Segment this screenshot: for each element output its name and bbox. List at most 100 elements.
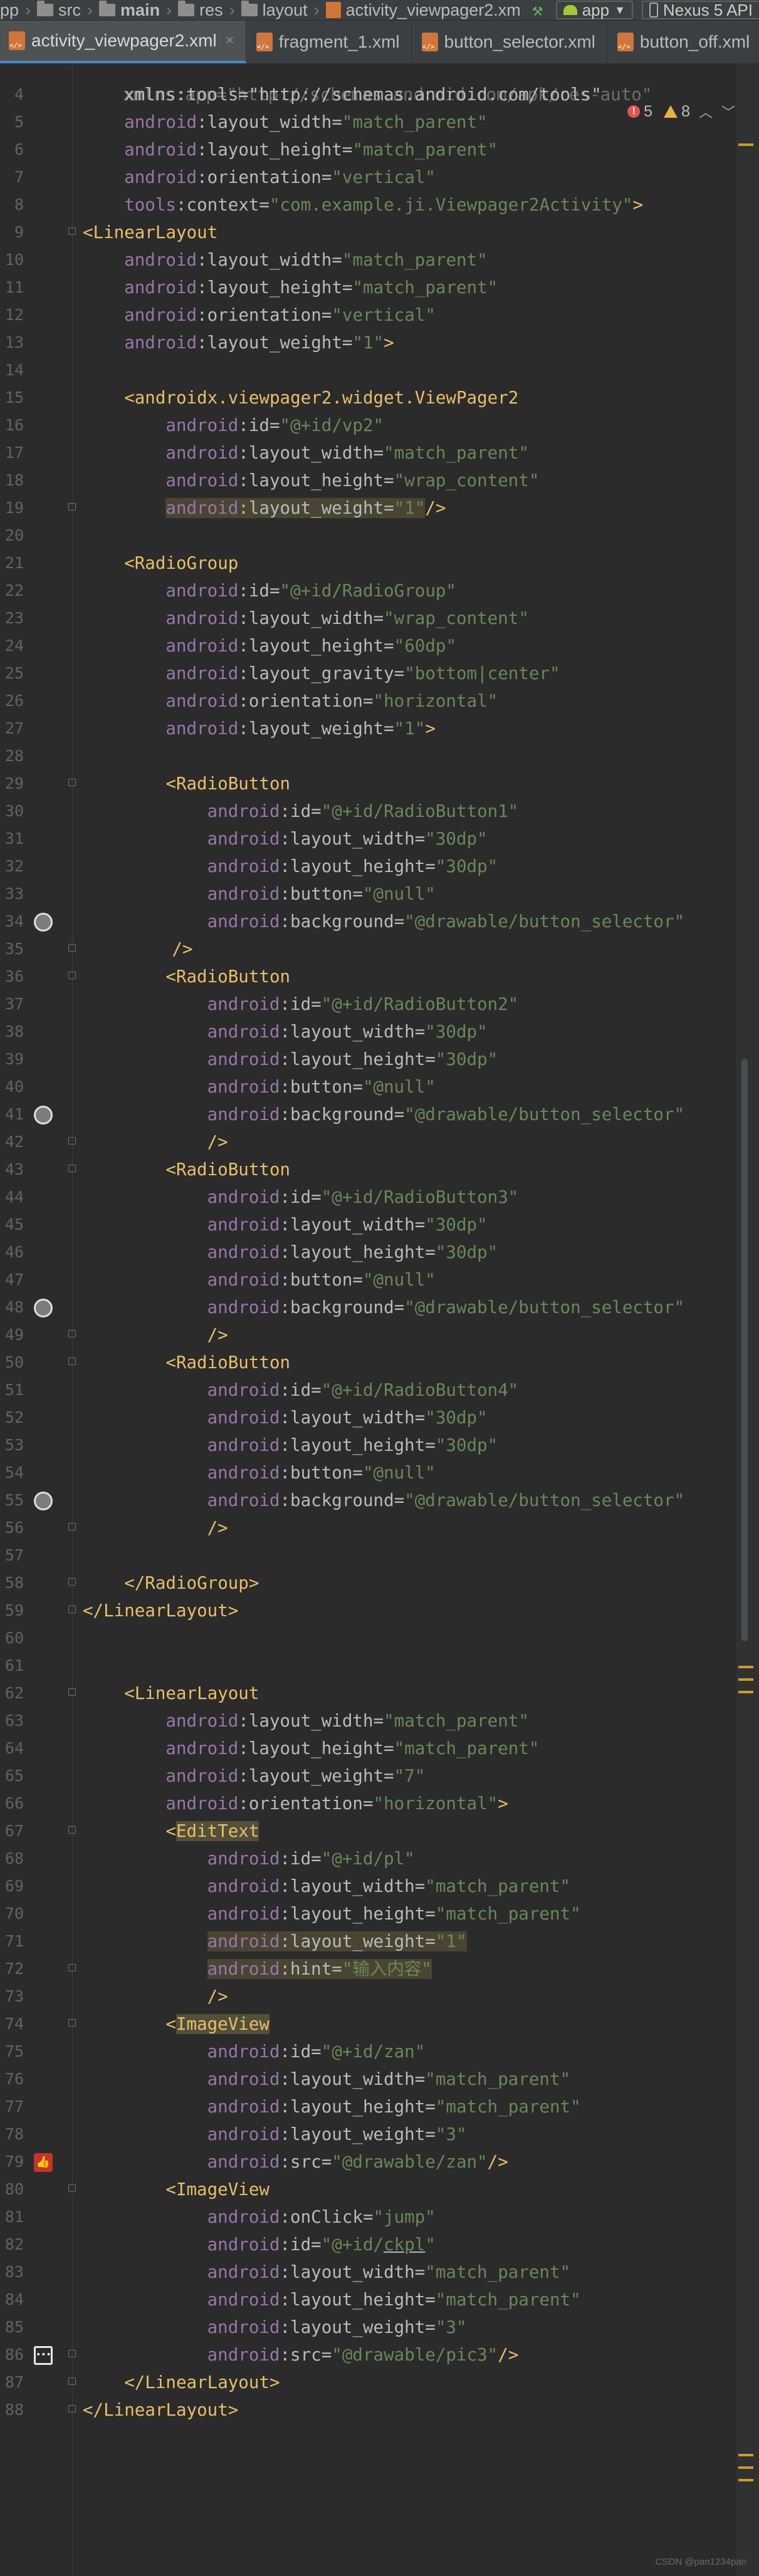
code-token: :layout_weight= (238, 498, 394, 518)
code-token: :orientation= (238, 1794, 374, 1814)
warning-marker[interactable] (738, 2466, 753, 2469)
code-token: "match_parent" (435, 2290, 581, 2310)
breadcrumb-label: pp (0, 0, 19, 19)
comment-image-icon[interactable]: ••• (34, 2346, 53, 2365)
code-token: "match_parent" (435, 2097, 581, 2117)
warning-marker[interactable] (738, 1678, 753, 1681)
hammer-icon[interactable]: ⚒ (528, 1, 547, 19)
line-number: 64 (4, 1739, 24, 1757)
code-line: 55 android:background="@drawable/button_s… (0, 1487, 733, 1514)
drawable-preview-icon[interactable] (34, 913, 53, 932)
thumbs-up-icon[interactable]: 👍 (34, 2153, 53, 2172)
folder-icon (99, 1, 116, 16)
line-number: 10 (4, 251, 24, 269)
line-number: 66 (4, 1794, 24, 1812)
code-token: > (384, 333, 394, 353)
breadcrumb-item-layout[interactable]: layout (241, 1, 308, 20)
code-text: <LinearLayout (124, 1680, 259, 1707)
code-line: 66 android:orientation="horizontal"> (0, 1790, 733, 1817)
fold-marker-icon[interactable] (68, 779, 76, 786)
drawable-preview-icon[interactable] (34, 1492, 53, 1510)
code-token: :id= (280, 1187, 322, 1207)
code-token: android (124, 333, 197, 353)
fold-marker-icon[interactable] (68, 1964, 76, 1971)
code-token: "1" (352, 333, 384, 353)
code-line: 78 android:layout_weight="3" (0, 2121, 733, 2148)
code-editor[interactable]: xmlns:app="http://schemas.android.com/ap… (0, 63, 759, 2576)
run-config-selector[interactable]: app ▼ (555, 1, 633, 19)
fold-marker-icon[interactable] (68, 2350, 76, 2357)
device-selector[interactable]: Nexus 5 API (641, 1, 759, 19)
code-text: <ImageView (165, 2010, 270, 2038)
line-number: 47 (4, 1270, 24, 1289)
code-line: 86 ••• android:src="@drawable/pic3"/> (0, 2341, 733, 2369)
fold-marker-icon[interactable] (68, 2019, 76, 2027)
breadcrumb-item-res[interactable]: res (178, 1, 223, 20)
inspection-widget[interactable]: ! 5 8 ︿ ﹀ (627, 101, 735, 122)
code-token: :id= (238, 415, 280, 435)
code-text: <RadioButton (165, 1349, 290, 1376)
breadcrumb-item-src[interactable]: src (37, 1, 81, 20)
code-token: "@drawable/pic3" (332, 2345, 498, 2365)
warning-marker[interactable] (738, 143, 753, 146)
code-line: 32 android:layout_height="30dp" (0, 853, 733, 880)
code-token: android (207, 1049, 280, 1069)
code-token: :orientation= (197, 167, 332, 187)
fold-marker-icon[interactable] (68, 1688, 76, 1696)
code-token: <LinearLayout (124, 1683, 259, 1703)
code-token: android (207, 1408, 280, 1428)
code-token: :button= (280, 884, 363, 904)
line-number: 70 (4, 1904, 24, 1923)
fold-marker-icon[interactable] (68, 1358, 76, 1365)
fold-marker-icon[interactable] (68, 2405, 76, 2412)
close-tab-icon[interactable]: × (226, 32, 234, 49)
code-token: "bottom|center" (404, 663, 560, 683)
fold-marker-icon[interactable] (68, 1165, 76, 1172)
fold-marker-icon[interactable] (68, 944, 76, 952)
fold-marker-icon[interactable] (68, 2377, 76, 2385)
code-token: :layout_width= (238, 443, 384, 463)
drawable-preview-icon[interactable] (34, 1106, 53, 1124)
chevron-right-icon: › (166, 0, 172, 19)
code-text: android:layout_width="30dp" (207, 1018, 488, 1046)
breadcrumb-item-pp[interactable]: pp (0, 1, 19, 20)
line-number: 26 (4, 692, 24, 710)
code-token: "@+id/zan" (321, 2042, 426, 2062)
fold-marker-icon[interactable] (68, 1330, 76, 1337)
fold-marker-icon[interactable] (68, 1826, 76, 1834)
scrollbar-thumb[interactable] (741, 1059, 748, 1641)
warning-marker[interactable] (738, 2479, 753, 2481)
breadcrumb-label: activity_viewpager2.xml (345, 0, 525, 19)
warning-marker[interactable] (738, 1691, 753, 1693)
fold-marker-icon[interactable] (68, 1606, 76, 1613)
fold-marker-icon[interactable] (68, 1523, 76, 1530)
fold-marker-icon[interactable] (68, 1578, 76, 1586)
fold-marker-icon[interactable] (68, 2184, 76, 2192)
code-text: </LinearLayout> (83, 1597, 238, 1624)
code-text: android:id="@+id/pl" (207, 1845, 415, 1872)
fold-marker-icon[interactable] (68, 972, 76, 979)
fold-marker-icon[interactable] (68, 503, 76, 511)
breadcrumb-item-main[interactable]: main (99, 1, 160, 20)
code-token: android (207, 2262, 280, 2282)
code-line: 67 <EditText (0, 1817, 733, 1845)
code-token: android (207, 911, 280, 932)
code-line: 9 <LinearLayout (0, 219, 733, 246)
breadcrumb-item-file[interactable]: activity_viewpager2.xml (325, 0, 525, 20)
chevron-up-icon[interactable]: ︿ (699, 101, 713, 122)
code-text: android:layout_width="match_parent" (207, 2258, 571, 2286)
line-number: 4 (14, 85, 24, 103)
chevron-down-icon[interactable]: ﹀ (721, 101, 735, 122)
code-token: android (165, 1766, 239, 1786)
code-text: android:layout_width="match_parent" (207, 1872, 571, 1900)
warning-marker[interactable] (738, 2454, 753, 2456)
code-token: <RadioButton (165, 1353, 291, 1373)
fold-marker-icon[interactable] (68, 1137, 76, 1145)
code-token: "30dp" (435, 856, 498, 876)
code-token: "@drawable/zan" (332, 2152, 488, 2172)
code-token: :layout_height= (238, 1738, 394, 1758)
fold-marker-icon[interactable] (68, 227, 76, 235)
breadcrumb-label: src (58, 0, 81, 19)
drawable-preview-icon[interactable] (34, 1299, 53, 1317)
warning-marker[interactable] (738, 1666, 753, 1668)
